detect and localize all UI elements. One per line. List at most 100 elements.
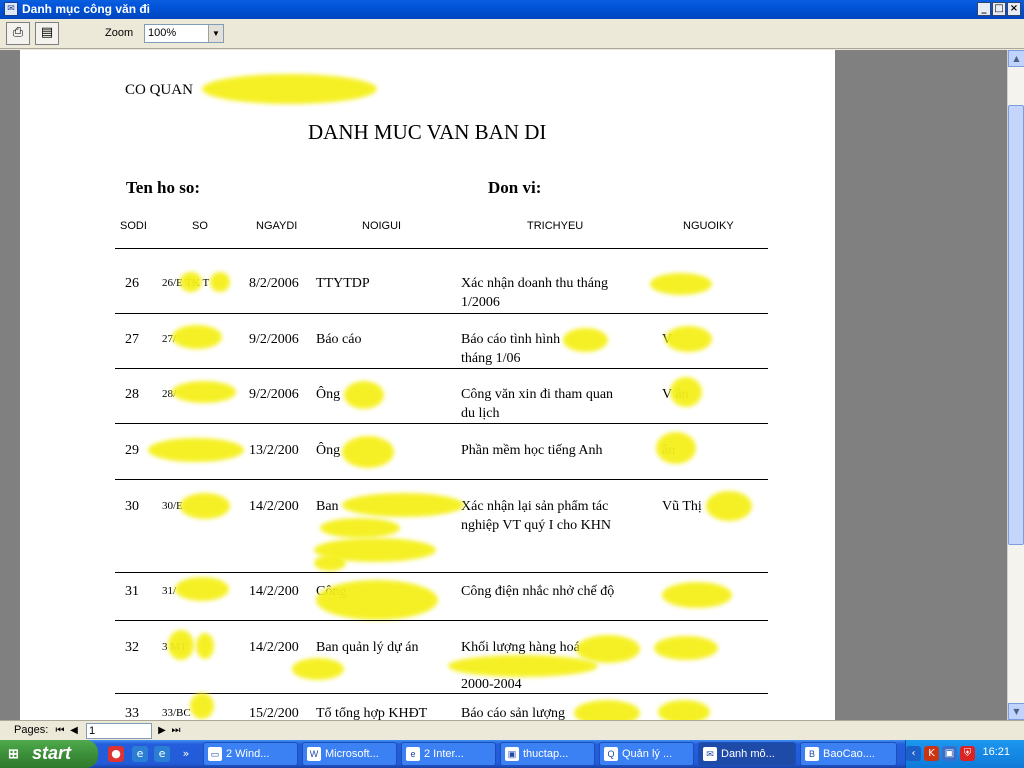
zoom-value: 100% xyxy=(148,27,177,39)
row-31-so: 31/ xyxy=(162,585,177,597)
redaction-mark xyxy=(342,493,464,517)
window-title: Danh mục công văn đi xyxy=(22,2,151,16)
agency-label: CO QUAN xyxy=(125,82,193,98)
task-internet-explorer[interactable]: e 2 Inter... xyxy=(401,742,496,766)
task-label: Microsoft... xyxy=(325,748,379,760)
redaction-mark xyxy=(650,273,712,295)
row-27-noigui: Báo cáo xyxy=(316,332,362,347)
minimize-button[interactable]: _ xyxy=(977,2,991,16)
redaction-mark xyxy=(148,438,244,462)
redaction-mark xyxy=(180,493,230,519)
close-button[interactable]: × xyxy=(1007,2,1021,16)
task-windows-explorer[interactable]: ▭ 2 Wind... xyxy=(203,742,298,766)
redaction-mark xyxy=(448,655,598,677)
export-button[interactable]: ▤ xyxy=(35,22,59,45)
prev-page-icon[interactable]: ◀ xyxy=(68,723,80,738)
chevron-down-icon[interactable]: ▼ xyxy=(208,25,223,42)
report-viewport[interactable]: CO QUAN DANH MUC VAN BAN DI Ten ho so: D… xyxy=(0,50,1007,720)
export-icon: ▤ xyxy=(40,25,54,40)
row-30-noigui: Ban xyxy=(316,499,339,514)
redaction-mark xyxy=(316,580,438,620)
don-vi-label: Don vi: xyxy=(488,178,542,197)
row-28-trichyeu-1: Công văn xin đi tham quan xyxy=(461,387,614,402)
scroll-down-button[interactable]: ▼ xyxy=(1008,703,1024,720)
row-29-noigui: Ông xyxy=(316,443,341,458)
zoom-label: Zoom xyxy=(105,27,134,39)
row-31-ngaydi: 14/2/200 xyxy=(249,584,299,599)
row-29-trichyeu-1: Phần mềm học tiếng Anh xyxy=(461,443,603,458)
scroll-up-button[interactable]: ▲ xyxy=(1008,50,1024,67)
row-divider xyxy=(115,313,768,314)
redaction-mark xyxy=(342,436,394,468)
col-header-trichyeu: TRICHYEU xyxy=(527,220,584,232)
row-33-noigui: Tổ tổng hợp KHĐT xyxy=(316,706,428,720)
print-button[interactable]: ⎙ xyxy=(6,22,30,45)
redaction-mark xyxy=(662,582,732,608)
report-viewer-window: ✉ Danh mục công văn đi _ □ × ⎙ ▤ Zoom 10… xyxy=(0,0,1024,740)
row-30-ngaydi: 14/2/200 xyxy=(249,499,299,514)
first-page-icon[interactable]: ⏮ xyxy=(54,723,66,738)
page-number-input[interactable]: 1 xyxy=(86,723,152,739)
media-player-icon[interactable]: ● xyxy=(108,746,124,762)
row-31-sodi: 31 xyxy=(125,584,139,599)
maximize-button[interactable]: □ xyxy=(992,2,1006,16)
redaction-mark xyxy=(574,700,640,720)
toolbar: ⎙ ▤ Zoom 100% ▼ xyxy=(0,19,1024,49)
redaction-mark xyxy=(292,658,344,680)
next-page-icon[interactable]: ▶ xyxy=(156,723,168,738)
folder-icon: ▭ xyxy=(208,747,222,761)
internet-explorer-icon[interactable]: e xyxy=(132,746,148,762)
task-label: 2 Wind... xyxy=(226,748,270,760)
scroll-thumb[interactable] xyxy=(1008,105,1024,545)
window-icon: ▣ xyxy=(505,747,519,761)
row-divider xyxy=(115,693,768,694)
row-divider xyxy=(115,572,768,573)
pages-label: Pages: xyxy=(14,724,49,736)
browser-icon[interactable]: e xyxy=(154,746,170,762)
last-page-icon[interactable]: ⏭ xyxy=(170,723,182,738)
redaction-mark xyxy=(576,635,640,663)
row-32-noigui: Ban quản lý dự án xyxy=(316,640,419,655)
task-label: Quản lý ... xyxy=(622,748,673,760)
task-label: BaoCao.... xyxy=(823,748,875,760)
redaction-mark xyxy=(344,381,384,409)
row-26-ngaydi: 8/2/2006 xyxy=(249,276,299,291)
col-header-noigui: NOIGUI xyxy=(362,220,402,232)
title-bar[interactable]: ✉ Danh mục công văn đi _ □ × xyxy=(0,0,1024,19)
row-26-noigui: TTYTDP xyxy=(316,276,370,291)
vertical-scrollbar[interactable]: ▲ ▼ xyxy=(1007,50,1024,720)
task-label: 2 Inter... xyxy=(424,748,464,760)
pages-bar: Pages: ⏮ ◀ 1 ▶ ⏭ xyxy=(0,720,1024,740)
row-32-sodi: 32 xyxy=(125,640,139,655)
redaction-mark xyxy=(210,272,230,292)
clock: 16:21 xyxy=(982,746,1010,758)
network-icon[interactable]: ▣ xyxy=(942,746,957,761)
redaction-mark xyxy=(202,74,377,104)
redaction-mark xyxy=(706,491,752,521)
task-baocao[interactable]: B BaoCao.... xyxy=(800,742,897,766)
task-thuctap[interactable]: ▣ thuctap... xyxy=(500,742,595,766)
chevron-right-icon[interactable]: » xyxy=(178,746,194,762)
chevron-left-icon[interactable]: ‹ xyxy=(906,746,921,761)
report-icon: ✉ xyxy=(703,747,717,761)
redaction-mark xyxy=(172,381,236,403)
security-shield-icon[interactable]: ⛨ xyxy=(960,746,975,761)
redaction-mark xyxy=(175,577,229,601)
row-30-nguoiky: Vũ Thị xyxy=(662,499,702,514)
row-33-ngaydi: 15/2/200 xyxy=(249,706,299,720)
task-quan-ly[interactable]: Q Quản lý ... xyxy=(599,742,694,766)
antivirus-icon[interactable]: K xyxy=(924,746,939,761)
task-danh-muc[interactable]: ✉ Danh mô... xyxy=(698,742,796,766)
zoom-select[interactable]: 100% ▼ xyxy=(144,24,224,43)
redaction-mark xyxy=(654,636,718,660)
document-icon: B xyxy=(805,747,819,761)
ten-ho-so-label: Ten ho so: xyxy=(126,178,201,197)
row-28-sodi: 28 xyxy=(125,387,139,402)
row-29-ngaydi: 13/2/200 xyxy=(249,443,299,458)
task-microsoft-word[interactable]: W Microsoft... xyxy=(302,742,397,766)
row-32-ngaydi: 14/2/200 xyxy=(249,640,299,655)
start-button[interactable]: ⊞ start xyxy=(0,740,98,768)
report-page: CO QUAN DANH MUC VAN BAN DI Ten ho so: D… xyxy=(20,50,835,720)
row-33-sodi: 33 xyxy=(125,706,139,720)
row-28-trichyeu-2: du lịch xyxy=(461,406,500,421)
